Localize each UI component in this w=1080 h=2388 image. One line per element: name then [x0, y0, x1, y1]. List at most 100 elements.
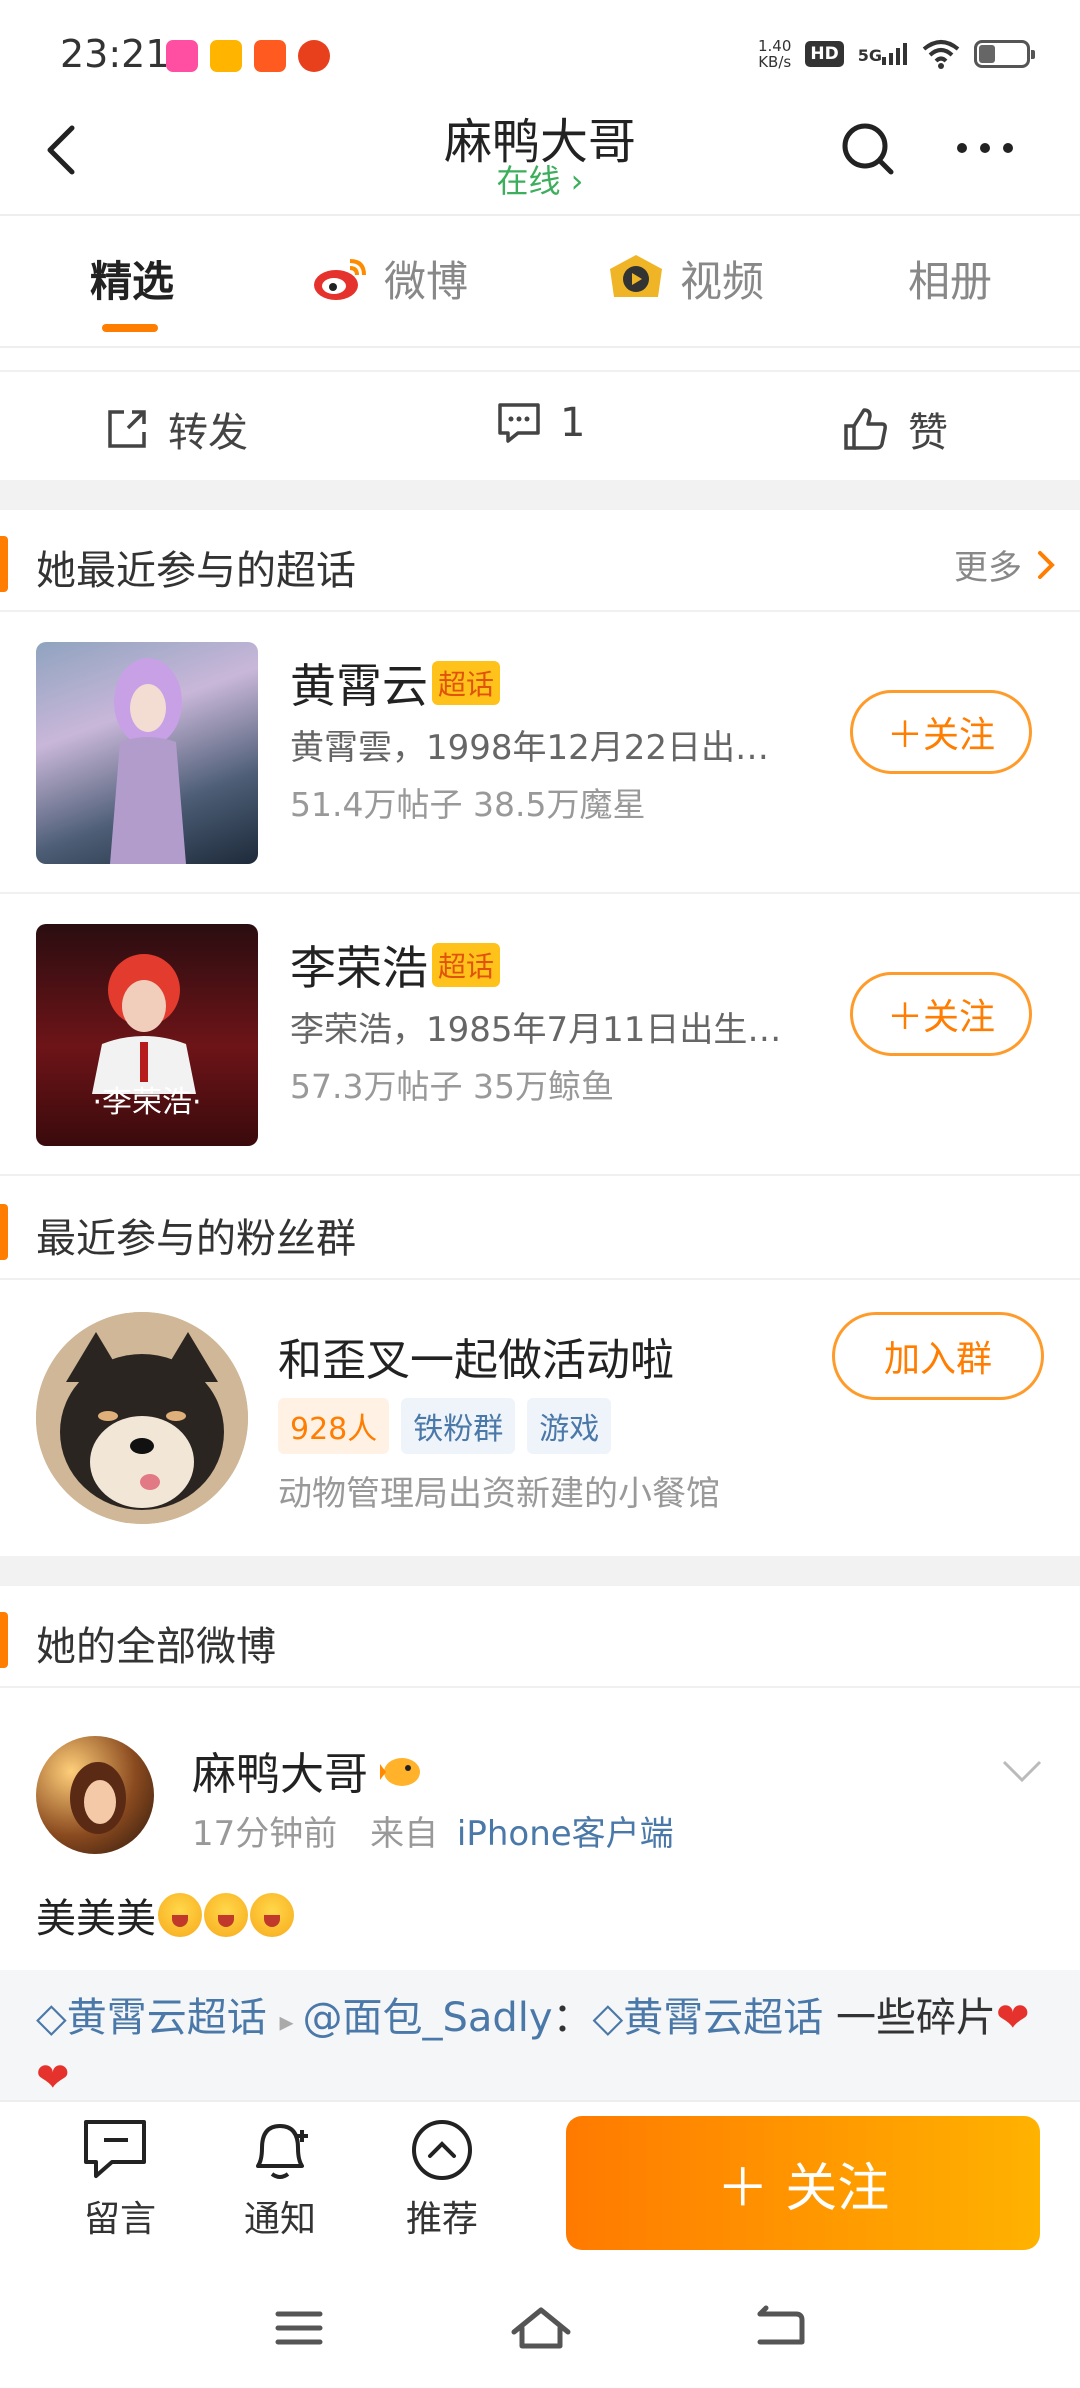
- topic-name-text: 李荣浩: [290, 941, 428, 995]
- follow-topic-button[interactable]: ＋关注: [850, 690, 1032, 774]
- message-icon: [84, 2120, 146, 2178]
- author-name-text: 麻鸭大哥: [192, 1749, 368, 1800]
- supertopic-item[interactable]: 黄霄云 超话 黄霄雲，1998年12月22日出… 51.4万帖子 38.5万魔星…: [0, 612, 1080, 894]
- notification-app-icon: [166, 40, 198, 72]
- message-button[interactable]: 留言: [60, 2116, 180, 2242]
- chevron-down-icon[interactable]: [1000, 1756, 1044, 1786]
- follow-topic-button[interactable]: ＋关注: [850, 972, 1032, 1056]
- game-notification-icon: [298, 40, 330, 72]
- thumbnail-caption: ·李荣浩·: [92, 1085, 201, 1120]
- follow-user-button[interactable]: ＋ 关注: [566, 2116, 1040, 2250]
- topic-name-text: 黄霄云: [290, 659, 428, 713]
- supertopic-link-text: 黄霄云超话: [66, 1995, 267, 2041]
- weibo-logo-icon: [314, 258, 366, 300]
- fan-group-item[interactable]: 和歪叉一起做活动啦 928人 铁粉群 游戏 动物管理局出资新建的小餐馆 加入群: [0, 1282, 1080, 1544]
- profile-tabs: 精选 微博 视频 相册: [0, 218, 1080, 348]
- post-text-body: 美美美: [36, 1896, 156, 1942]
- status-bar: 23:21 1.40 KB/s HD 5G: [0, 0, 1080, 100]
- tab-video-label: 视频: [680, 257, 765, 306]
- profile-header: 麻鸭大哥 在线 ›: [0, 100, 1080, 216]
- reposted-content[interactable]: ◇黄霄云超话 ▸ @面包_Sadly：◇黄霄云超话 一些碎片❤❤: [0, 1970, 1080, 2101]
- post-source: iPhone客户端: [456, 1814, 674, 1854]
- like-label: 赞: [908, 410, 948, 456]
- author-avatar[interactable]: [36, 1736, 154, 1854]
- all-posts-title: 她的全部微博: [36, 1624, 276, 1670]
- supertopic-item[interactable]: ·李荣浩· 李荣浩 超话 李荣浩，1985年7月11日出生… 57.3万帖子 3…: [0, 894, 1080, 1176]
- menu-icon[interactable]: [264, 2298, 334, 2358]
- topic-stats: 51.4万帖子 38.5万魔星: [290, 785, 646, 824]
- battery-icon: [974, 40, 1035, 68]
- notify-button[interactable]: 通知: [220, 2116, 340, 2242]
- supertopic-badge: 超话: [432, 943, 501, 987]
- online-status[interactable]: 在线 ›: [0, 156, 1080, 202]
- weibo-post[interactable]: 麻鸭大哥 17分钟前 来自 iPhone客户端 美美美 ◇黄霄云超话 ▸ @面包…: [0, 1690, 1080, 2101]
- group-category-tag: 游戏: [527, 1398, 612, 1454]
- signal-icon: 5G: [858, 43, 908, 65]
- comment-button[interactable]: 1: [496, 400, 585, 446]
- mention-link[interactable]: @面包_Sadly: [302, 1995, 552, 2041]
- fan-groups-header: 最近参与的粉丝群: [0, 1178, 1080, 1280]
- arrow-icon: ▸: [279, 2005, 303, 2038]
- tab-weibo-label: 微博: [384, 257, 469, 306]
- group-description: 动物管理局出资新建的小餐馆: [278, 1474, 720, 1514]
- shopping-notification-icon: [254, 40, 286, 72]
- repost-button[interactable]: 转发: [104, 400, 248, 458]
- chevron-up-circle-icon: [412, 2120, 472, 2180]
- net-speed-unit: KB/s: [758, 53, 792, 71]
- supertopics-title: 她最近参与的超话: [36, 548, 356, 594]
- system-nav-bar: [0, 2270, 1080, 2388]
- hd-badge: HD: [805, 41, 844, 67]
- fan-groups-title: 最近参与的粉丝群: [36, 1216, 356, 1262]
- group-type-tag: 铁粉群: [401, 1398, 516, 1454]
- section-divider: [0, 480, 1080, 510]
- back-nav-icon[interactable]: [746, 2298, 816, 2358]
- author-name[interactable]: 麻鸭大哥: [192, 1738, 424, 1802]
- crying-emoji-icon: [204, 1893, 248, 1937]
- crying-emoji-icon: [158, 1893, 202, 1937]
- post-text: 美美美: [36, 1886, 294, 1944]
- tab-featured[interactable]: 精选: [90, 248, 174, 309]
- net-speed-value: 1.40: [757, 37, 792, 55]
- more-link[interactable]: 更多: [954, 540, 1056, 589]
- tab-album-label: 相册: [908, 257, 993, 306]
- status-indicators: 1.40 KB/s HD 5G: [758, 38, 1035, 70]
- tab-video[interactable]: 视频: [606, 248, 764, 309]
- group-avatar: [36, 1312, 248, 1524]
- repost-text: 一些碎片: [823, 1995, 997, 2041]
- section-accent-bar: [0, 536, 8, 592]
- group-name: 和歪叉一起做活动啦: [278, 1335, 674, 1386]
- recommend-label: 推荐: [405, 2199, 478, 2240]
- home-icon[interactable]: [506, 2298, 576, 2358]
- search-icon[interactable]: [835, 116, 899, 180]
- tab-album[interactable]: 相册: [908, 248, 992, 309]
- active-tab-indicator: [102, 324, 158, 332]
- supertopic-link[interactable]: ◇黄霄云超话: [593, 1995, 824, 2041]
- topic-thumbnail: [36, 642, 258, 864]
- more-icon[interactable]: [950, 116, 1020, 180]
- supertopic-link-text: 黄霄云超话: [623, 1995, 824, 2041]
- crying-emoji-icon: [250, 1893, 294, 1937]
- recommend-button[interactable]: 推荐: [382, 2116, 502, 2242]
- notify-label: 通知: [243, 2199, 316, 2240]
- group-tags: 928人 铁粉群 游戏: [278, 1398, 612, 1454]
- comment-count: 1: [560, 400, 586, 446]
- supertopic-badge: 超话: [432, 661, 501, 705]
- message-label: 留言: [83, 2199, 156, 2240]
- supertopic-link[interactable]: ◇黄霄云超话: [36, 1995, 267, 2041]
- post-meta: 17分钟前 来自 iPhone客户端: [192, 1806, 674, 1855]
- share-icon: [108, 410, 146, 448]
- like-button[interactable]: 赞: [842, 400, 948, 458]
- topic-stats: 57.3万帖子 35万鲸鱼: [290, 1067, 614, 1106]
- bell-plus-icon: [256, 2124, 308, 2179]
- chevron-right-icon: [1038, 550, 1055, 579]
- tab-featured-label: 精选: [90, 257, 175, 306]
- video-icon: [610, 254, 662, 297]
- join-group-button[interactable]: 加入群: [832, 1312, 1044, 1400]
- supertopics-header: 她最近参与的超话 更多: [0, 510, 1080, 612]
- post-source-prefix: 来自: [370, 1814, 439, 1854]
- tab-weibo[interactable]: 微博: [310, 248, 468, 309]
- comment-icon: [498, 403, 540, 443]
- topic-description: 黄霄雲，1998年12月22日出…: [290, 728, 770, 768]
- net-speed: 1.40 KB/s: [758, 38, 791, 70]
- thumbs-up-icon: [844, 408, 887, 450]
